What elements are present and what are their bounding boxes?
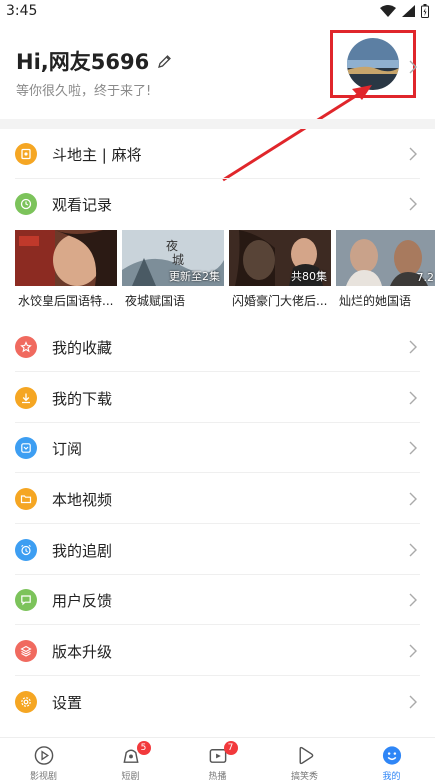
smiley-face-icon xyxy=(382,746,401,765)
tab-label: 短剧 xyxy=(121,772,140,782)
menu-item-upgrade[interactable]: 版本升级 xyxy=(0,626,435,676)
tab-short-drama[interactable]: 5 短剧 xyxy=(87,738,174,782)
history-thumbnail: 夜 城 更新至2集 xyxy=(122,230,224,286)
menu-label: 版本升级 xyxy=(52,642,113,661)
menu-label: 设置 xyxy=(52,693,83,712)
menu-item-history[interactable]: 观看记录 xyxy=(0,179,435,229)
download-icon xyxy=(15,387,37,409)
menu-label: 斗地主 | 麻将 xyxy=(52,145,142,164)
menu-item-following[interactable]: 我的追剧 xyxy=(0,525,435,575)
clock-icon xyxy=(15,193,37,215)
svg-text:夜: 夜 xyxy=(166,238,178,253)
history-card[interactable]: 共80集 闪婚豪门大佬后... xyxy=(229,230,331,309)
chevron-right-icon xyxy=(409,543,417,557)
history-badge: 共80集 xyxy=(291,270,327,283)
chevron-right-icon xyxy=(409,441,417,455)
history-title: 水饺皇后国语特... xyxy=(18,294,114,308)
game-icon xyxy=(15,143,37,165)
tab-movies[interactable]: 影视剧 xyxy=(0,738,87,782)
history-title: 闪婚豪门大佬后... xyxy=(232,294,328,308)
tab-label: 影视剧 xyxy=(29,772,57,782)
menu-label: 用户反馈 xyxy=(52,591,113,610)
gear-icon xyxy=(15,691,37,713)
chevron-right-icon xyxy=(409,340,417,354)
alarm-clock-icon xyxy=(15,539,37,561)
tab-badge: 7 xyxy=(223,741,238,755)
row-divider xyxy=(15,675,420,676)
menu-item-subscribe[interactable]: 订阅 xyxy=(0,423,435,473)
row-divider xyxy=(15,472,420,473)
section-divider xyxy=(0,119,435,129)
watch-history-list[interactable]: 水饺皇后国语特... 夜 城 更新至2集 夜城赋国语 共80集 闪婚豪门大佬后.… xyxy=(0,227,435,319)
chevron-right-icon xyxy=(409,492,417,506)
row-divider xyxy=(15,523,420,524)
menu-label: 订阅 xyxy=(52,439,83,458)
row-divider xyxy=(15,624,420,625)
subscribe-icon xyxy=(15,437,37,459)
menu-label: 我的收藏 xyxy=(52,338,113,357)
history-thumbnail: 7.2 xyxy=(336,230,435,286)
menu-item-local-video[interactable]: 本地视频 xyxy=(0,474,435,524)
tab-mine[interactable]: 我的 xyxy=(348,738,435,782)
menu-label: 我的追剧 xyxy=(52,541,113,560)
tab-label: 热播 xyxy=(208,772,227,782)
menu-item-settings[interactable]: 设置 xyxy=(0,677,435,727)
chevron-right-icon xyxy=(409,391,417,405)
menu-label: 本地视频 xyxy=(52,490,113,509)
row-divider xyxy=(15,371,420,372)
svg-text:城: 城 xyxy=(172,253,184,267)
history-title: 夜城赋国语 xyxy=(125,294,186,308)
menu-item-doudizhu[interactable]: 斗地主 | 麻将 xyxy=(0,129,435,179)
history-badge: 7.2 xyxy=(416,271,435,284)
history-card[interactable]: 夜 城 更新至2集 夜城赋国语 xyxy=(122,230,224,309)
history-thumbnail xyxy=(15,230,117,286)
tab-comedy[interactable]: 搞笑秀 xyxy=(261,738,348,782)
menu-label: 观看记录 xyxy=(52,195,113,214)
play-circle-icon xyxy=(34,746,53,765)
tab-label: 我的 xyxy=(382,772,401,782)
history-card[interactable]: 水饺皇后国语特... xyxy=(15,230,117,309)
menu-item-feedback[interactable]: 用户反馈 xyxy=(0,575,435,625)
play-icon xyxy=(299,746,313,765)
chevron-right-icon xyxy=(409,695,417,709)
chevron-right-icon xyxy=(409,197,417,211)
chevron-right-icon xyxy=(409,147,417,161)
menu-item-favorites[interactable]: 我的收藏 xyxy=(0,322,435,372)
layers-icon xyxy=(15,640,37,662)
chevron-right-icon xyxy=(409,644,417,658)
bottom-tab-bar: 影视剧 5 短剧 7 热播 搞笑秀 我的 xyxy=(0,737,435,782)
chevron-right-icon xyxy=(409,593,417,607)
tab-label: 搞笑秀 xyxy=(290,772,318,782)
history-card[interactable]: 7.2 灿烂的她国语 xyxy=(336,230,435,309)
history-badge: 更新至2集 xyxy=(169,270,220,283)
menu-label: 我的下载 xyxy=(52,389,113,408)
folder-icon xyxy=(15,488,37,510)
feedback-icon xyxy=(15,589,37,611)
tab-trending[interactable]: 7 热播 xyxy=(174,738,261,782)
menu-item-downloads[interactable]: 我的下载 xyxy=(0,373,435,423)
history-title: 灿烂的她国语 xyxy=(339,294,412,308)
history-thumbnail: 共80集 xyxy=(229,230,331,286)
tab-badge: 5 xyxy=(136,741,151,755)
star-icon xyxy=(15,336,37,358)
